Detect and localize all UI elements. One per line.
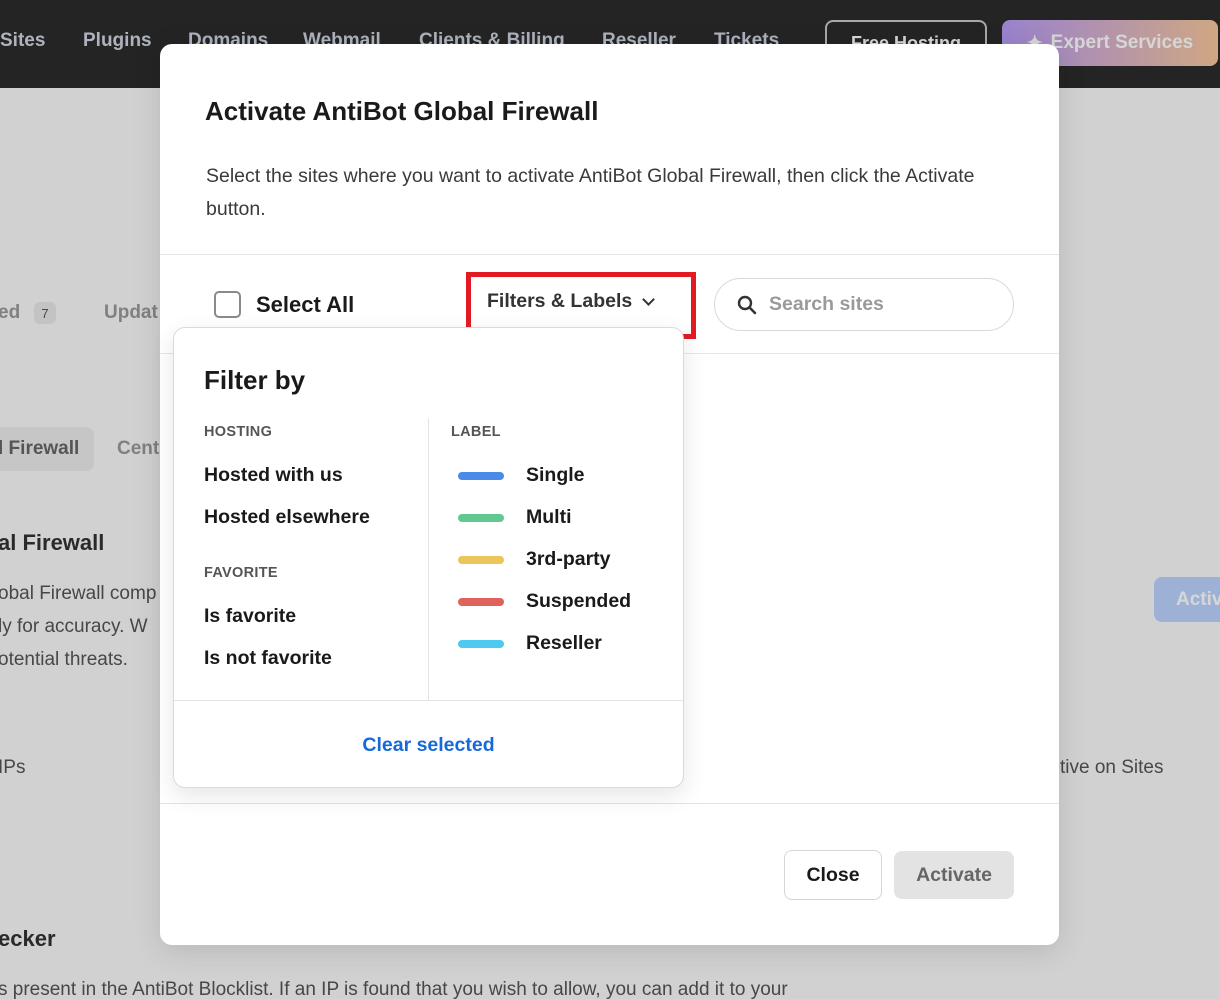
filter-is-not-favorite[interactable]: Is not favorite <box>204 647 332 670</box>
label-option-reseller[interactable]: Reseller <box>458 632 602 655</box>
filters-labels-label: Filters & Labels <box>487 290 633 312</box>
activate-button[interactable]: Activate <box>894 851 1014 899</box>
chevron-down-icon <box>642 293 656 306</box>
label-option-text: 3rd-party <box>526 548 611 570</box>
label-color-swatch <box>458 639 504 648</box>
filter-dropdown: Filter by HOSTING Hosted with us Hosted … <box>173 327 684 788</box>
label-color-swatch <box>458 555 504 564</box>
select-all-checkbox[interactable] <box>214 291 241 318</box>
filter-hosted-with-us[interactable]: Hosted with us <box>204 464 343 487</box>
select-all-label: Select All <box>256 291 355 317</box>
search-input[interactable] <box>769 293 989 316</box>
label-color-swatch <box>458 471 504 480</box>
label-section-label: LABEL <box>451 424 501 440</box>
divider <box>160 803 1059 804</box>
modal-title: Activate AntiBot Global Firewall <box>205 96 599 126</box>
label-option-single[interactable]: Single <box>458 464 585 487</box>
close-button[interactable]: Close <box>784 850 882 900</box>
filter-hosted-elsewhere[interactable]: Hosted elsewhere <box>204 506 370 529</box>
label-option-text: Suspended <box>526 590 632 612</box>
modal-description: Select the sites where you want to activ… <box>206 165 975 220</box>
label-option-multi[interactable]: Multi <box>458 506 571 529</box>
search-icon <box>737 295 757 314</box>
clear-selected-link[interactable]: Clear selected <box>174 734 683 757</box>
footer-divider <box>174 700 683 701</box>
label-option-text: Single <box>526 464 585 486</box>
label-color-swatch <box>458 513 504 522</box>
label-color-swatch <box>458 597 504 606</box>
search-field[interactable] <box>714 278 1014 331</box>
favorite-section-label: FAVORITE <box>204 565 278 581</box>
label-option-text: Reseller <box>526 632 602 654</box>
filters-labels-button[interactable]: Filters & Labels <box>487 290 656 313</box>
filter-title: Filter by <box>204 365 306 395</box>
label-option-suspended[interactable]: Suspended <box>458 590 631 613</box>
column-divider <box>428 418 429 700</box>
divider <box>160 254 1059 255</box>
filter-is-favorite[interactable]: Is favorite <box>204 605 296 628</box>
label-option-3rd-party[interactable]: 3rd-party <box>458 548 611 571</box>
label-option-text: Multi <box>526 506 572 528</box>
select-all-control[interactable]: Select All <box>214 291 354 318</box>
hosting-section-label: HOSTING <box>204 424 273 440</box>
